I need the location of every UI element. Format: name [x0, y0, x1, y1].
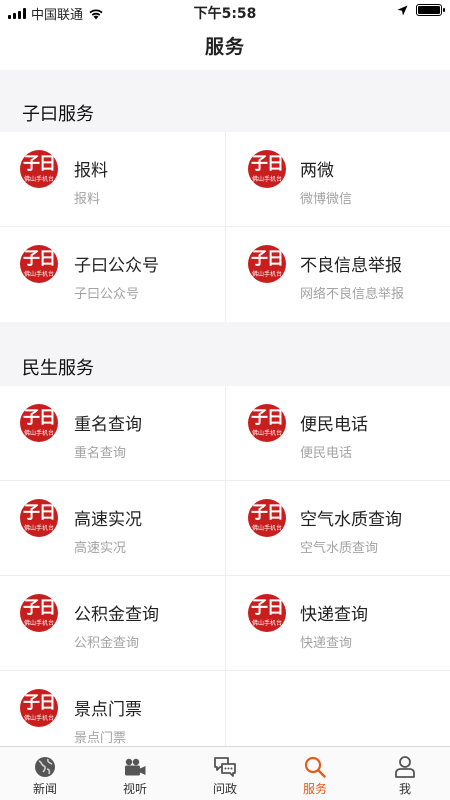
status-bar: 中国联通 下午5:58 — [0, 0, 450, 24]
service-item-express-query[interactable]: 子日 佛山手机台 快递查询 快递查询 — [225, 576, 450, 671]
service-item-title: 报料 — [74, 161, 108, 181]
tab-label: 问政 — [212, 782, 237, 796]
ziyue-logo-icon: 子日 佛山手机台 — [20, 150, 58, 188]
section-header-minsheng: 民生服务 — [0, 322, 450, 386]
service-item-report-bad-info[interactable]: 子日 佛山手机台 不良信息举报 网络不良信息举报 — [225, 227, 450, 322]
service-item-public-phone[interactable]: 子日 佛山手机台 便民电话 便民电话 — [225, 386, 450, 481]
service-item-subtitle: 网络不良信息举报 — [300, 287, 405, 302]
service-item-title: 高速实况 — [74, 510, 142, 530]
service-item-name-query[interactable]: 子日 佛山手机台 重名查询 重名查询 — [0, 386, 225, 481]
service-item-title: 公积金查询 — [74, 605, 159, 625]
globe-icon — [35, 757, 55, 777]
section-title: 子曰服务 — [22, 104, 94, 125]
service-grid-minsheng: 子日 佛山手机台 重名查询 重名查询 子日 佛山手机台 便民电话 便民电话 子日 佛山… — [0, 386, 450, 766]
service-item-title: 子曰公众号 — [74, 256, 159, 276]
service-item-subtitle: 空气水质查询 — [300, 541, 379, 556]
service-item-subtitle: 景点门票 — [74, 731, 127, 746]
navigation-bar: 服务 — [0, 24, 450, 70]
ziyue-logo-icon: 子日 佛山手机台 — [248, 404, 286, 442]
service-item-subtitle: 微博微信 — [300, 192, 353, 207]
page-title: 服务 — [204, 36, 245, 58]
service-item-housing-fund[interactable]: 子日 佛山手机台 公积金查询 公积金查询 — [0, 576, 225, 671]
tab-wenzheng[interactable]: 问政 — [180, 747, 270, 800]
service-item-subtitle: 高速实况 — [74, 541, 127, 556]
service-item-baoliao[interactable]: 子日 佛山手机台 报料 报料 — [0, 132, 225, 227]
section-header-ziyue: 子曰服务 — [0, 70, 450, 132]
bottom-tab-bar: 新闻 视听 问政 服务 我 — [0, 746, 450, 800]
ziyue-logo-icon: 子日 佛山手机台 — [248, 499, 286, 537]
service-item-air-water-quality[interactable]: 子日 佛山手机台 空气水质查询 空气水质查询 — [225, 481, 450, 576]
person-icon — [395, 756, 415, 778]
tab-label: 视听 — [122, 782, 147, 796]
service-item-highway-status[interactable]: 子日 佛山手机台 高速实况 高速实况 — [0, 481, 225, 576]
location-arrow-icon — [397, 5, 408, 15]
service-item-subtitle: 报料 — [74, 192, 101, 207]
ziyue-logo-icon: 子日 佛山手机台 — [248, 594, 286, 632]
ziyue-logo-icon: 子日 佛山手机台 — [20, 404, 58, 442]
tab-service[interactable]: 服务 — [270, 747, 360, 800]
service-item-subtitle: 快递查询 — [300, 636, 353, 651]
tab-label: 我 — [398, 782, 411, 796]
tab-label: 新闻 — [32, 782, 57, 796]
service-item-subtitle: 子曰公众号 — [74, 287, 140, 302]
service-item-title: 空气水质查询 — [300, 510, 402, 530]
tab-me[interactable]: 我 — [360, 747, 450, 800]
service-item-subtitle: 重名查询 — [74, 446, 127, 461]
ziyue-logo-icon: 子日 佛山手机台 — [248, 150, 286, 188]
service-grid-ziyue: 子日 佛山手机台 报料 报料 子日 佛山手机台 两微 微博微信 子日 佛山手机台 子曰… — [0, 132, 450, 322]
ziyue-logo-icon: 子日 佛山手机台 — [248, 245, 286, 283]
service-item-title: 便民电话 — [300, 415, 368, 435]
service-item-official-account[interactable]: 子日 佛山手机台 子曰公众号 子曰公众号 — [0, 227, 225, 322]
tab-label: 服务 — [302, 782, 327, 796]
service-item-subtitle: 便民电话 — [300, 446, 353, 461]
status-time: 下午5:58 — [193, 6, 257, 22]
status-right — [397, 4, 445, 16]
section-title: 民生服务 — [22, 358, 94, 379]
ziyue-logo-icon: 子日 佛山手机台 — [20, 499, 58, 537]
service-item-title: 两微 — [300, 161, 334, 181]
service-item-subtitle: 公积金查询 — [74, 636, 140, 651]
battery-icon — [416, 4, 445, 16]
service-item-title: 不良信息举报 — [300, 256, 402, 276]
service-item-liangwei[interactable]: 子日 佛山手机台 两微 微博微信 — [225, 132, 450, 227]
service-item-title: 快递查询 — [300, 605, 368, 625]
ziyue-logo-icon: 子日 佛山手机台 — [20, 594, 58, 632]
video-camera-icon — [125, 758, 146, 776]
ziyue-logo-icon: 子日 佛山手机台 — [20, 689, 58, 727]
ziyue-logo-icon: 子日 佛山手机台 — [20, 245, 58, 283]
tab-video[interactable]: 视听 — [90, 747, 180, 800]
service-item-title: 重名查询 — [74, 415, 142, 435]
tab-news[interactable]: 新闻 — [0, 747, 90, 800]
service-item-title: 景点门票 — [74, 700, 142, 720]
chat-bubbles-icon — [214, 757, 236, 777]
search-icon — [304, 756, 326, 778]
